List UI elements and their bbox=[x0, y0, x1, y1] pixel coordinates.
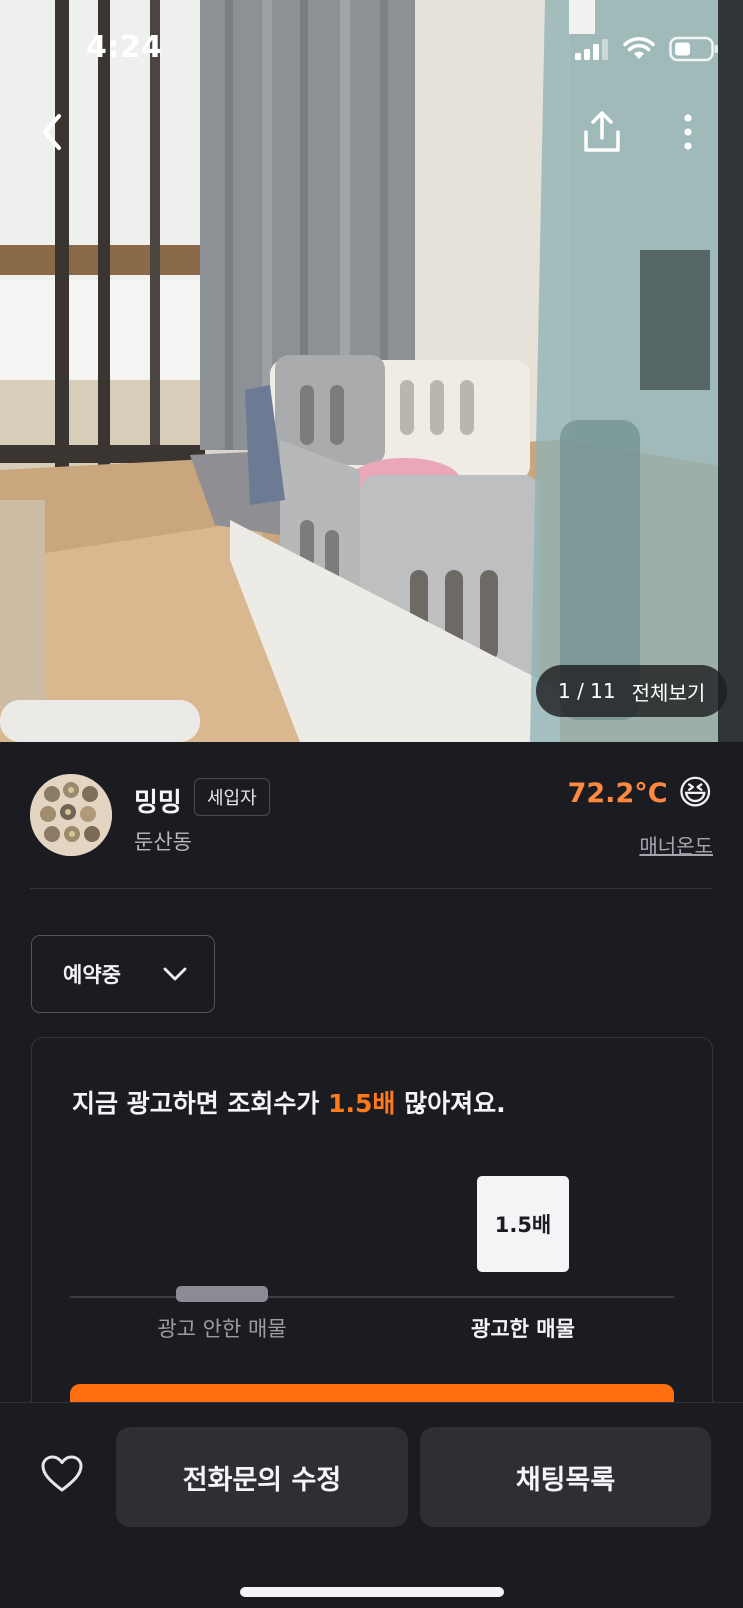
more-options-button[interactable] bbox=[660, 104, 716, 160]
photo-counter: 1 / 11 bbox=[558, 679, 616, 703]
view-all-label: 전체보기 bbox=[631, 680, 706, 705]
more-vertical-icon bbox=[684, 114, 692, 150]
seller-name: 밍밍 bbox=[134, 788, 182, 818]
bar-no-ad bbox=[176, 1286, 268, 1302]
chevron-down-icon bbox=[163, 967, 187, 981]
bar-ad-value-label: 1.5배 bbox=[494, 1213, 552, 1237]
status-bar-time: 4:24 bbox=[86, 30, 163, 65]
chart-baseline bbox=[70, 1296, 674, 1298]
tenant-badge: 세입자 bbox=[194, 778, 270, 816]
ad-headline-text: 지금 광고하면 조회수가 bbox=[72, 1089, 329, 1118]
share-icon bbox=[584, 111, 620, 152]
chevron-left-icon bbox=[43, 114, 61, 150]
ad-headline: 지금 광고하면 조회수가 1.5배 많아져요. bbox=[72, 1084, 506, 1120]
share-button[interactable] bbox=[574, 104, 630, 160]
section-divider bbox=[30, 888, 713, 889]
manner-temperature: 72.2°C 😆 bbox=[568, 776, 713, 810]
listing-detail-screen: 4:24 1 / 11 전체보기 밍밍 세입자 둔산동 72.2°C 😆 매너온… bbox=[0, 0, 743, 1608]
listing-photo[interactable]: 4:24 1 / 11 전체보기 bbox=[0, 0, 743, 742]
reservation-status-select[interactable]: 예약중 bbox=[31, 935, 215, 1013]
photo-view-all-button[interactable]: 1 / 11 전체보기 bbox=[536, 665, 728, 717]
heart-icon bbox=[41, 1455, 83, 1492]
label-ad: 광고한 매물 bbox=[471, 1317, 575, 1341]
ad-headline-text-end: 많아져요. bbox=[395, 1089, 506, 1118]
battery-icon bbox=[669, 36, 718, 62]
seller-location: 둔산동 bbox=[134, 830, 192, 854]
bar-ad: 1.5배 bbox=[477, 1176, 569, 1272]
bottom-action-bar: 전화문의 수정 채팅목록 bbox=[0, 1402, 743, 1608]
call-inquiry-edit-button[interactable]: 전화문의 수정 bbox=[116, 1427, 408, 1527]
wifi-icon bbox=[623, 37, 655, 59]
laughing-face-icon: 😆 bbox=[677, 773, 713, 813]
manner-temp-value: 72.2°C bbox=[567, 777, 668, 809]
ad-headline-highlight: 1.5배 bbox=[328, 1089, 396, 1118]
avatar[interactable] bbox=[30, 774, 112, 856]
manner-temp-link[interactable]: 매너온도 bbox=[639, 830, 713, 859]
home-indicator[interactable] bbox=[240, 1587, 504, 1597]
back-button[interactable] bbox=[24, 104, 80, 160]
status-bar-indicators bbox=[575, 36, 719, 62]
status-select-value: 예약중 bbox=[63, 963, 121, 987]
signal-icon bbox=[575, 39, 608, 60]
views-comparison-chart: 1.5배 광고 안한 매물 광고한 매물 bbox=[70, 1138, 674, 1341]
seller-profile[interactable]: 밍밍 세입자 둔산동 72.2°C 😆 매너온도 bbox=[30, 774, 713, 864]
avatar-image bbox=[30, 774, 112, 856]
room-photo-illustration bbox=[0, 0, 743, 742]
label-no-ad: 광고 안한 매물 bbox=[157, 1317, 287, 1341]
chat-list-button[interactable]: 채팅목록 bbox=[420, 1427, 711, 1527]
like-button[interactable] bbox=[38, 1450, 86, 1498]
